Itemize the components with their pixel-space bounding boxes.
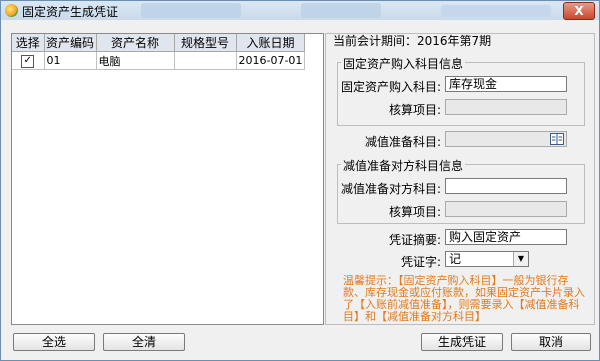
purchase-group-title: 固定资产购入科目信息: [341, 55, 466, 72]
book-lookup-icon[interactable]: [550, 133, 564, 145]
purchase-audit-label: 核算项目:: [388, 103, 441, 117]
asset-table: 选择 资产编码 资产名称 规格型号 入账日期 ✓ 01 电脑 2016-07-0…: [11, 33, 324, 325]
table-header-row: 选择 资产编码 资产名称 规格型号 入账日期: [12, 34, 306, 52]
asset-name-cell[interactable]: 电脑: [96, 51, 175, 70]
entry-date-cell[interactable]: 2016-07-01: [236, 51, 306, 70]
clear-all-button[interactable]: 全清: [103, 333, 185, 351]
chevron-down-icon[interactable]: ▼: [513, 252, 528, 266]
close-button[interactable]: X: [563, 2, 595, 20]
voucher-summary-input[interactable]: 购入固定资产: [445, 229, 567, 245]
impairment-group-title: 减值准备对方科目信息: [341, 157, 466, 174]
column-header-code[interactable]: 资产编码: [44, 34, 97, 52]
purchase-audit-input: [445, 99, 567, 115]
select-cell[interactable]: ✓: [12, 51, 45, 70]
app-logo-icon: [5, 4, 18, 17]
background-blur: [301, 3, 381, 18]
asset-code-cell[interactable]: 01: [44, 51, 97, 70]
asset-spec-cell[interactable]: [174, 51, 237, 70]
column-header-spec[interactable]: 规格型号: [174, 34, 237, 52]
accounting-period-label: 当前会计期间：2016年第7期: [333, 34, 492, 48]
voucher-word-label: 凭证字:: [400, 255, 441, 269]
generate-voucher-button[interactable]: 生成凭证: [421, 333, 503, 351]
background-blur: [141, 3, 241, 18]
window-title: 固定资产生成凭证: [22, 5, 119, 19]
purchase-subject-input[interactable]: 库存现金: [445, 76, 567, 92]
impairment-offset-label: 减值准备对方科目:: [341, 182, 442, 196]
voucher-summary-label: 凭证摘要:: [388, 233, 441, 247]
impairment-subject-label: 减值准备科目:: [364, 135, 441, 149]
column-header-select[interactable]: 选择: [12, 34, 45, 52]
voucher-word-value: 记: [449, 252, 462, 266]
title-bar: 固定资产生成凭证 X: [1, 1, 599, 20]
tip-text: 温馨提示：【固定资产购入科目】一般为银行存款、库存现金或应付账款，如果固定资产卡…: [343, 274, 585, 323]
select-all-button[interactable]: 全选: [13, 333, 95, 351]
impairment-subject-input[interactable]: [445, 131, 567, 147]
select-checkbox[interactable]: ✓: [21, 55, 35, 68]
impairment-offset-input[interactable]: [445, 178, 567, 194]
column-header-name[interactable]: 资产名称: [96, 34, 175, 52]
background-blur: [441, 5, 551, 17]
dialog-window: 固定资产生成凭证 X 选择 资产编码 资产名称 规格型号 入账日期 ✓ 01 电…: [0, 0, 600, 361]
impairment-audit-label: 核算项目:: [388, 205, 441, 219]
column-header-date[interactable]: 入账日期: [236, 34, 306, 52]
purchase-subject-label: 固定资产购入科目:: [341, 80, 442, 94]
table-row[interactable]: ✓ 01 电脑 2016-07-01: [12, 51, 306, 70]
voucher-word-select[interactable]: 记 ▼: [445, 251, 529, 267]
cancel-button[interactable]: 取消: [511, 333, 591, 351]
impairment-audit-input: [445, 201, 567, 217]
